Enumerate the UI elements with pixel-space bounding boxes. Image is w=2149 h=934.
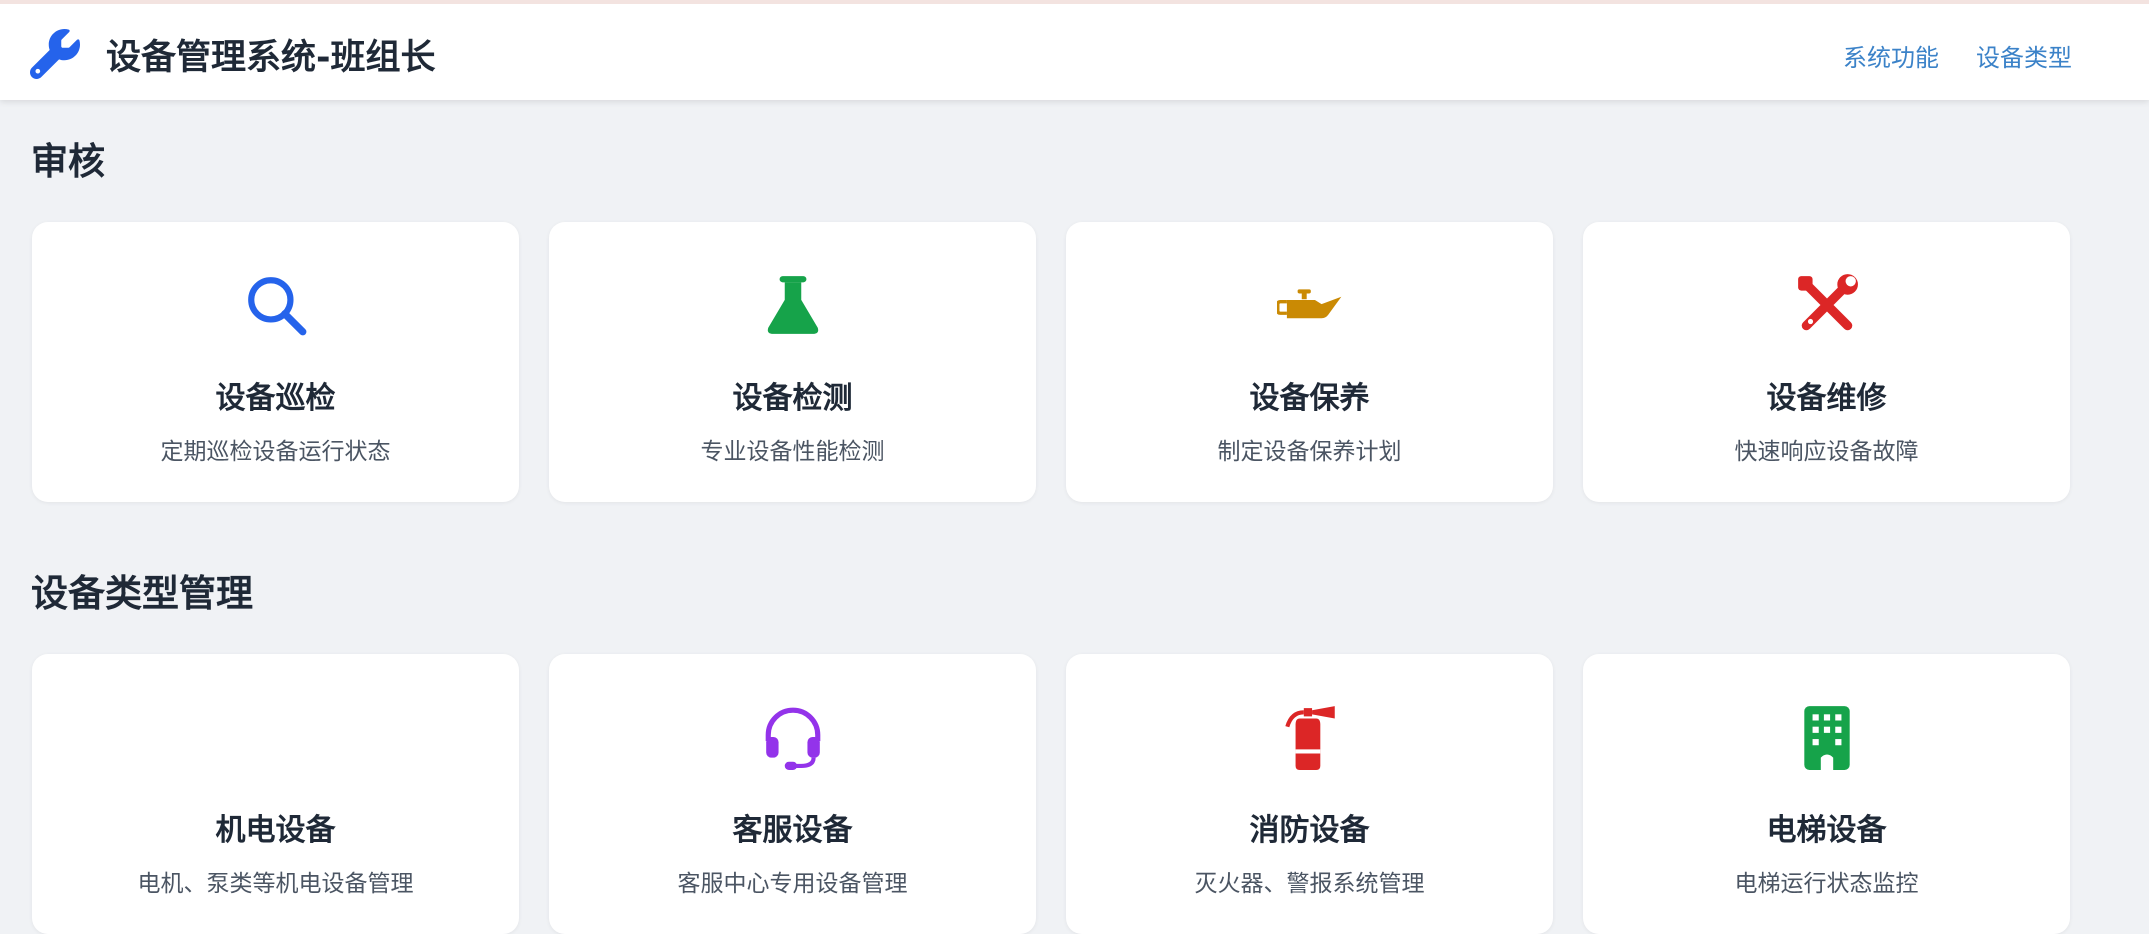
missing-icon-placeholder [243, 704, 309, 770]
card-title: 客服设备 [732, 813, 853, 848]
card-description: 制定设备保养计划 [1217, 439, 1402, 465]
card-title: 消防设备 [1249, 813, 1370, 848]
app-title: 设备管理系统-班组长 [106, 37, 436, 78]
card-description: 电梯运行状态监控 [1734, 871, 1919, 897]
card-maintenance[interactable]: 设备保养 制定设备保养计划 [1066, 222, 1553, 502]
card-title: 设备保养 [1249, 381, 1370, 416]
device-type-card-grid: 机电设备 电机、泵类等机电设备管理 客服设备 客服中心专用设备管理 消防设备 灭… [32, 654, 2070, 934]
card-description: 灭火器、警报系统管理 [1194, 871, 1425, 897]
headset-icon [765, 707, 820, 770]
magnifier-icon [247, 277, 306, 336]
oil-can-icon [1276, 289, 1341, 319]
fire-extinguisher-icon [1284, 706, 1335, 770]
card-fire-safety[interactable]: 消防设备 灭火器、警报系统管理 [1066, 654, 1553, 934]
wrench-icon [30, 29, 80, 79]
card-title: 设备检测 [732, 381, 853, 416]
card-description: 定期巡检设备运行状态 [160, 439, 391, 465]
card-title: 机电设备 [215, 813, 336, 848]
card-repair[interactable]: 设备维修 快速响应设备故障 [1583, 222, 2070, 502]
card-inspection[interactable]: 设备巡检 定期巡检设备运行状态 [32, 222, 519, 502]
card-description: 电机、泵类等机电设备管理 [137, 871, 414, 897]
nav-link-system-functions[interactable]: 系统功能 [1843, 38, 1939, 73]
card-description: 快速响应设备故障 [1734, 439, 1919, 465]
tools-icon [1797, 274, 1858, 331]
card-elevator[interactable]: 电梯设备 电梯运行状态监控 [1583, 654, 2070, 934]
flask-icon [767, 276, 818, 334]
card-testing[interactable]: 设备检测 专业设备性能检测 [549, 222, 1036, 502]
card-title: 电梯设备 [1766, 813, 1887, 848]
card-electromechanical[interactable]: 机电设备 电机、泵类等机电设备管理 [32, 654, 519, 934]
nav-link-device-types[interactable]: 设备类型 [1976, 38, 2072, 73]
card-customer-service[interactable]: 客服设备 客服中心专用设备管理 [549, 654, 1036, 934]
section-title-review: 审核 [31, 140, 105, 183]
card-title: 设备巡检 [215, 381, 336, 416]
card-description: 客服中心专用设备管理 [677, 871, 908, 897]
card-title: 设备维修 [1766, 381, 1887, 416]
card-description: 专业设备性能检测 [700, 439, 885, 465]
top-header: 设备管理系统-班组长 系统功能 设备类型 [0, 0, 2149, 100]
top-nav: 系统功能 设备类型 [1843, 38, 2072, 73]
building-icon [1803, 706, 1850, 770]
section-title-device-types: 设备类型管理 [31, 572, 253, 615]
brand: 设备管理系统-班组长 [30, 28, 436, 80]
review-card-grid: 设备巡检 定期巡检设备运行状态 设备检测 专业设备性能检测 设备保养 制定设备保… [32, 222, 2070, 502]
